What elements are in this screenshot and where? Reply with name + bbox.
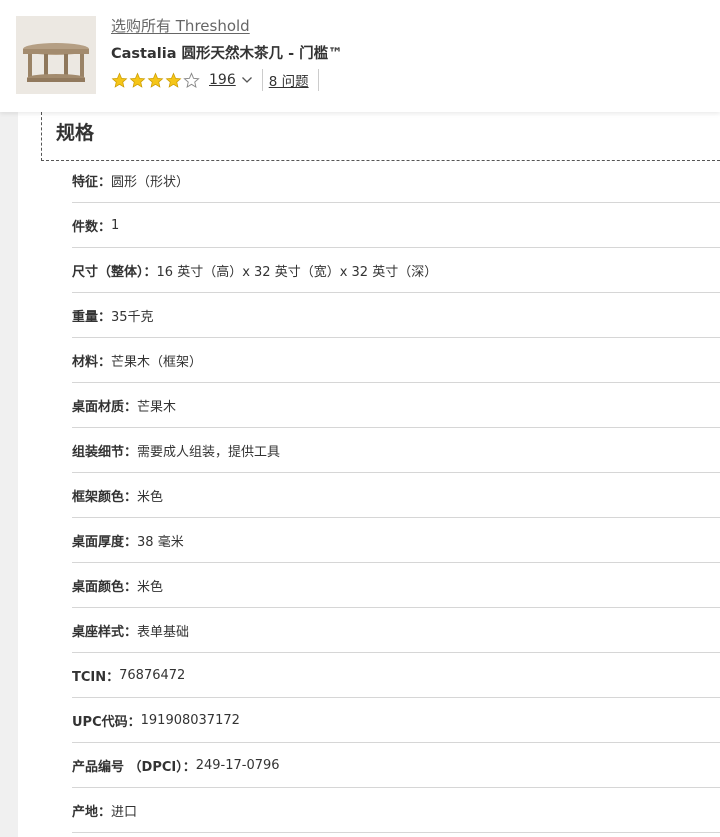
spec-row: 件数： 1 [72, 203, 720, 248]
star-filled-icon [165, 72, 182, 88]
spec-row: 桌面颜色： 米色 [72, 563, 720, 608]
divider [261, 69, 263, 91]
spec-value: 米色 [137, 579, 164, 595]
spec-label: 桌面材质： [72, 399, 138, 415]
spec-row: TCIN： 76876472 [72, 653, 720, 698]
spec-label: 产地： [72, 804, 112, 820]
spec-label: 框架颜色： [72, 489, 138, 505]
spec-label: 尺寸（整体）： [72, 264, 157, 280]
star-empty-icon [183, 71, 200, 88]
star-filled-icon [129, 72, 146, 88]
spec-row: 产品编号 （DPCI）： 249-17-0796 [72, 743, 720, 788]
rating-stars[interactable] [111, 71, 201, 89]
spec-label: 特征： [72, 174, 112, 190]
spec-value: 191908037172 [140, 712, 240, 728]
spec-row: 框架颜色： 米色 [72, 473, 720, 518]
spec-label: 桌面颜色： [72, 579, 138, 595]
shop-all-brand-link[interactable]: 选购所有 Threshold [111, 15, 250, 36]
spec-value: 38 毫米 [137, 534, 184, 550]
spec-value: 需要成人组装，提供工具 [137, 444, 281, 460]
star-filled-icon [111, 72, 128, 88]
spec-label: 桌座样式： [72, 624, 138, 640]
spec-label: 桌面厚度： [72, 534, 138, 550]
spec-value: 进口 [111, 804, 138, 820]
chevron-down-icon[interactable] [241, 74, 253, 86]
spec-label: 组装细节： [72, 444, 138, 460]
spec-value: 16 英寸（高）x 32 英寸（宽）x 32 英寸（深） [156, 264, 438, 280]
spec-value: 1 [111, 217, 120, 233]
product-title: Castalia 圆形天然木茶几 - 门槛™ [111, 46, 343, 62]
spec-row: 重量： 35千克 [72, 293, 720, 338]
spec-label: TCIN： [72, 669, 120, 685]
left-rail [0, 112, 18, 837]
spec-label: 材料： [72, 354, 112, 370]
product-thumbnail[interactable] [16, 16, 96, 94]
spec-row: 桌面厚度： 38 毫米 [72, 518, 720, 563]
spec-label: UPC代码： [72, 714, 141, 730]
spec-value: 76876472 [119, 667, 186, 683]
spec-value: 米色 [137, 489, 164, 505]
spec-row: UPC代码： 191908037172 [72, 698, 720, 743]
spec-value: 圆形（形状） [111, 174, 190, 190]
spec-row: 桌面材质： 芒果木 [72, 383, 720, 428]
spec-row: 组装细节： 需要成人组装，提供工具 [72, 428, 720, 473]
spec-value: 表单基础 [137, 624, 190, 640]
specifications-heading[interactable]: 规格 [56, 118, 94, 145]
spec-label: 重量： [72, 309, 112, 325]
spec-label: 产品编号 （DPCI）： [72, 759, 196, 775]
spec-row: 材料： 芒果木（框架） [72, 338, 720, 383]
spec-label: 件数： [72, 219, 112, 235]
spec-row: 产地： 进口 [72, 788, 720, 833]
spec-heading-focus-outline [41, 112, 720, 161]
specifications-list: 特征： 圆形（形状） 件数： 1 尺寸（整体）： 16 英寸（高）x 32 英寸（宽）x … [72, 158, 720, 833]
sticky-product-header: 选购所有 Threshold Castalia 圆形天然木茶几 - 门槛™ 19… [0, 0, 720, 112]
review-count-link[interactable]: 196 [209, 72, 236, 88]
questions-link[interactable]: 8 问题 [269, 70, 309, 90]
rating-row: 196 8 问题 [111, 68, 319, 92]
spec-value: 芒果木（框架） [111, 354, 203, 370]
spec-value: 芒果木 [137, 399, 177, 415]
spec-row: 尺寸（整体）： 16 英寸（高）x 32 英寸（宽）x 32 英寸（深） [72, 248, 720, 293]
star-filled-icon [147, 72, 164, 88]
spec-value: 35千克 [111, 309, 154, 325]
spec-row: 特征： 圆形（形状） [72, 158, 720, 203]
spec-value: 249-17-0796 [195, 757, 280, 773]
divider [317, 69, 319, 91]
round-coffee-table-thumbnail-icon [16, 16, 96, 94]
spec-row: 桌座样式： 表单基础 [72, 608, 720, 653]
